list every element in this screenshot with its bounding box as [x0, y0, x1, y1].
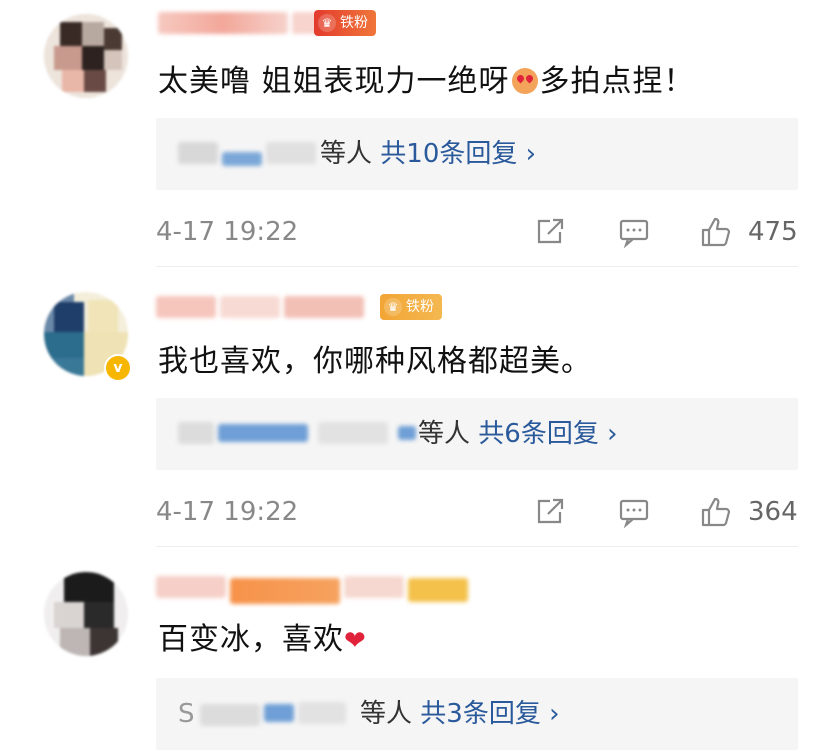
reply-summary[interactable]: 等人 共3条回复 › — [360, 694, 560, 734]
comment-text: 太美噜 姐姐表现力一绝呀 多拍点捏！ — [158, 62, 695, 102]
share-icon[interactable] — [534, 496, 566, 528]
comment-text-part: 多拍点捏！ — [539, 64, 695, 99]
reply-users-blurred — [178, 140, 328, 168]
comment-meta: 4-17 19:22 364 — [156, 492, 798, 532]
fan-badge-label: 铁粉 — [340, 15, 368, 31]
like-icon[interactable] — [700, 496, 732, 528]
reply-user-blur — [318, 422, 388, 444]
crown-icon: ♛ — [384, 298, 402, 316]
username-blurred[interactable] — [158, 12, 288, 34]
share-icon[interactable] — [534, 216, 566, 248]
reply-preview[interactable]: S 等人 共3条回复 › — [156, 678, 798, 750]
reply-user-blur — [178, 142, 218, 164]
divider — [156, 266, 798, 267]
reply-user-blur — [264, 704, 294, 722]
username-row[interactable]: ♛ 铁粉 — [156, 292, 476, 326]
username-row[interactable]: ♛ 铁粉 — [156, 8, 456, 42]
reply-user-blur — [266, 142, 316, 164]
reply-who-label: 等人 — [320, 139, 373, 169]
reply-user-blur — [218, 424, 308, 442]
comment-text-part: 太美噜 姐姐表现力一绝呀 — [158, 64, 510, 99]
comment-icon[interactable] — [618, 216, 650, 249]
reply-count-link[interactable]: 共3条回复 › — [420, 699, 559, 729]
reply-who-label: 等人 — [360, 699, 413, 729]
fan-badge: ♛ 铁粉 — [380, 294, 442, 320]
timestamp: 4-17 19:22 — [156, 217, 299, 247]
like-count: 364 — [748, 497, 798, 527]
reply-user-initial: S — [178, 699, 195, 729]
avatar[interactable] — [44, 14, 128, 98]
reply-who-label: 等人 — [418, 419, 471, 449]
username-blurred-part — [344, 576, 404, 598]
timestamp: 4-17 19:22 — [156, 497, 299, 527]
fan-badge-label: 铁粉 — [406, 299, 434, 315]
reply-count-link[interactable]: 共6条回复 › — [478, 419, 617, 449]
username-blurred[interactable] — [156, 576, 226, 598]
reply-users-blurred — [178, 420, 418, 448]
heart-eyes-emoji-icon — [511, 68, 538, 94]
comment-icon[interactable] — [618, 496, 650, 529]
username-blurred[interactable] — [156, 296, 216, 318]
reply-user-blur — [178, 422, 214, 444]
comment-text-part: 百变冰，喜欢 — [158, 622, 344, 657]
heart-icon: ❤ — [344, 626, 367, 656]
reply-summary[interactable]: 等人 共6条回复 › — [418, 414, 618, 454]
username-blurred-part — [230, 578, 340, 604]
reply-user-blur — [398, 426, 416, 440]
reply-preview[interactable]: 等人 共10条回复 › — [156, 118, 798, 190]
reply-count-link[interactable]: 共10条回复 › — [380, 139, 536, 169]
username-blurred-part — [220, 296, 280, 318]
username-row[interactable] — [156, 572, 476, 606]
crown-icon: ♛ — [318, 14, 336, 32]
divider — [156, 546, 798, 547]
avatar[interactable] — [44, 572, 128, 656]
reply-users-blurred — [200, 700, 350, 728]
like-count: 475 — [748, 217, 798, 247]
like-icon[interactable] — [700, 216, 732, 248]
username-blurred-part — [284, 296, 364, 318]
comment-text: 我也喜欢，你哪种风格都超美。 — [158, 344, 592, 379]
fan-badge-blurred — [408, 578, 468, 602]
reply-user-blur — [298, 702, 346, 724]
reply-user-blur — [200, 704, 260, 726]
comment-text: 百变冰，喜欢❤ — [158, 620, 367, 661]
reply-summary[interactable]: 等人 共10条回复 › — [320, 134, 536, 174]
fan-badge: ♛ 铁粉 — [314, 10, 376, 36]
comment-meta: 4-17 19:22 475 — [156, 212, 798, 252]
reply-user-blur — [222, 152, 262, 166]
verified-badge-icon: v — [104, 354, 132, 382]
reply-preview[interactable]: 等人 共6条回复 › — [156, 398, 798, 470]
